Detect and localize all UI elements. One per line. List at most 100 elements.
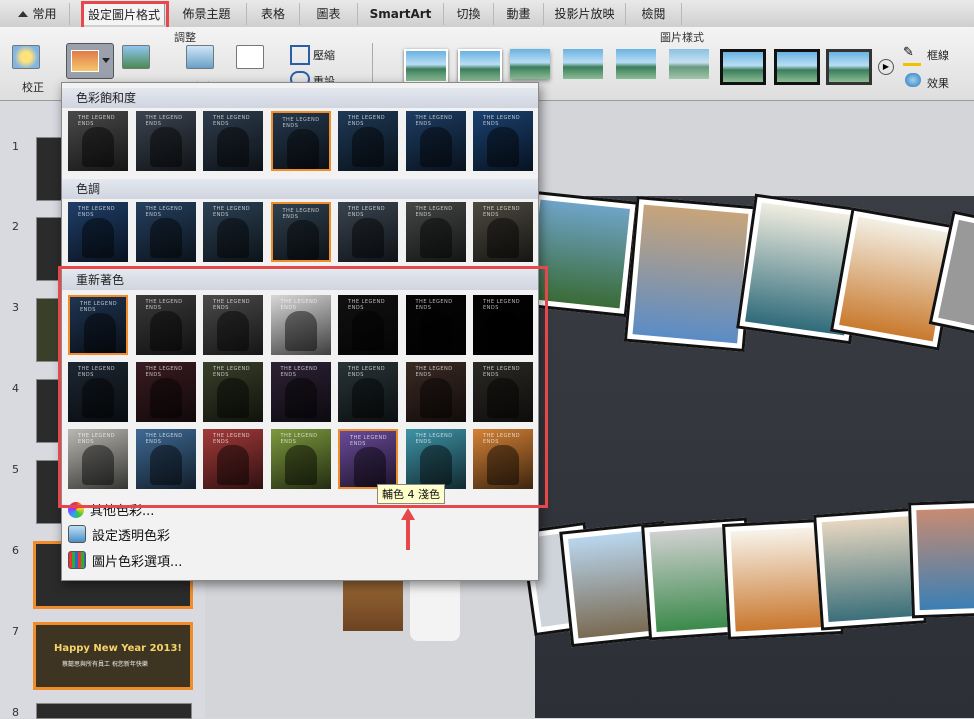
crop-button[interactable] — [236, 45, 264, 69]
slide-photo[interactable] — [908, 499, 974, 619]
swatch-figure — [487, 218, 519, 258]
swatch-caption: THE LEGEND ENDS — [213, 115, 251, 127]
swatch-caption: THE LEGEND ENDS — [348, 115, 386, 127]
swatch-figure — [286, 129, 319, 169]
color-swatch[interactable]: THE LEGEND ENDS — [135, 111, 196, 171]
effects-icon[interactable] — [905, 73, 921, 87]
picture-style-7[interactable] — [720, 49, 766, 85]
color-swatch[interactable]: THE LEGEND ENDS — [68, 202, 128, 262]
color-swatch[interactable]: THE LEGEND ENDS — [405, 111, 466, 171]
picture-style-2[interactable] — [458, 49, 502, 83]
recolor-highlight-box — [58, 266, 548, 508]
correct-button[interactable] — [12, 45, 40, 69]
swatch-caption: THE LEGEND ENDS — [415, 206, 453, 218]
swatch-figure — [419, 218, 452, 258]
swatch-figure — [487, 127, 519, 167]
slide-7-title: Happy New Year 2013! — [54, 643, 182, 654]
remove-bg-icon — [186, 45, 214, 69]
slide-number: 6 — [12, 544, 19, 557]
picture-style-3[interactable] — [510, 49, 550, 79]
swatch-caption: THE LEGEND ENDS — [78, 115, 116, 127]
slide-number: 4 — [12, 382, 19, 395]
picture-style-6[interactable] — [669, 49, 709, 79]
artistic-icon — [122, 45, 150, 69]
compress-button[interactable] — [290, 45, 310, 65]
color-button[interactable] — [66, 43, 114, 79]
color-swatch[interactable]: THE LEGEND ENDS — [270, 111, 331, 171]
swatch-figure — [352, 127, 384, 167]
picture-style-8[interactable] — [774, 49, 820, 85]
slide-number: 3 — [12, 301, 19, 314]
more-styles-icon[interactable]: ▶ — [878, 59, 894, 75]
effect-label[interactable]: 效果 — [927, 75, 949, 91]
tab-slideshow[interactable]: 投影片放映 — [544, 3, 626, 25]
swatch-caption: THE LEGEND ENDS — [78, 206, 116, 218]
swatch-caption: THE LEGEND ENDS — [145, 206, 183, 218]
picture-style-1[interactable] — [404, 49, 448, 83]
color-picture-icon — [71, 50, 99, 72]
tab-home[interactable]: 常用 — [6, 3, 70, 25]
color-swatch[interactable]: THE LEGEND ENDS — [68, 111, 128, 171]
transparent-icon — [68, 525, 86, 543]
picture-style-4[interactable] — [563, 49, 603, 79]
color-swatch[interactable]: THE LEGEND ENDS — [405, 202, 466, 262]
color-swatch[interactable]: THE LEGEND ENDS — [203, 202, 263, 262]
swatch-caption: THE LEGEND ENDS — [348, 206, 386, 218]
artistic-effects-button[interactable] — [122, 45, 150, 69]
tab-chart[interactable]: 圖表 — [300, 3, 358, 25]
swatch-caption: THE LEGEND ENDS — [213, 206, 251, 218]
picture-color-options-item[interactable]: 圖片色彩選項... — [68, 551, 182, 573]
pen-icon[interactable]: ✎ — [903, 45, 921, 66]
color-swatch[interactable]: THE LEGEND ENDS — [270, 202, 331, 262]
slide-object — [410, 571, 460, 641]
slide-number: 7 — [12, 625, 19, 638]
tab-smartart[interactable]: SmartArt — [358, 3, 444, 25]
slide-7-subtitle: 蔡懿思與所有員工 祝您新年快樂 — [62, 661, 148, 668]
home-icon — [18, 11, 29, 17]
swatch-caption: THE LEGEND ENDS — [282, 208, 320, 220]
picture-style-9[interactable] — [826, 49, 872, 85]
chevron-down-icon — [102, 58, 110, 63]
slide-photo[interactable] — [623, 196, 758, 352]
swatch-caption: THE LEGEND ENDS — [483, 115, 521, 127]
tab-transitions[interactable]: 切換 — [444, 3, 494, 25]
tab-table[interactable]: 表格 — [247, 3, 300, 25]
tab-review[interactable]: 檢閱 — [626, 3, 682, 25]
set-transparent-color-item[interactable]: 設定透明色彩 — [68, 525, 170, 547]
slide-number: 8 — [12, 706, 19, 719]
tab-themes[interactable]: 佈景主題 — [167, 3, 247, 25]
swatch-figure — [217, 218, 249, 258]
color-swatch[interactable]: THE LEGEND ENDS — [473, 111, 533, 171]
slide-thumbnail-8[interactable] — [36, 703, 192, 719]
swatch-figure — [286, 220, 319, 260]
swatch-figure — [82, 127, 114, 167]
color-swatch[interactable]: THE LEGEND ENDS — [338, 202, 398, 262]
swatch-figure — [82, 218, 114, 258]
swatch-caption: THE LEGEND ENDS — [282, 117, 320, 129]
swatch-figure — [352, 218, 384, 258]
swatch-figure — [149, 127, 182, 167]
color-swatch[interactable]: THE LEGEND ENDS — [135, 202, 196, 262]
picture-style-5[interactable] — [616, 49, 656, 79]
slide-number: 1 — [12, 140, 19, 153]
swatch-figure — [217, 127, 249, 167]
correct-label: 校正 — [22, 81, 44, 94]
swatch-caption: THE LEGEND ENDS — [483, 206, 521, 218]
color-options-icon — [68, 551, 86, 569]
group-title-picture-styles: 圖片樣式 — [660, 31, 704, 44]
sun-icon — [12, 45, 40, 69]
color-swatch[interactable]: THE LEGEND ENDS — [473, 202, 533, 262]
border-label[interactable]: 框線 — [927, 47, 949, 63]
slide-number: 5 — [12, 463, 19, 476]
slide-thumbnail-7[interactable]: Happy New Year 2013! 蔡懿思與所有員工 祝您新年快樂 — [33, 622, 193, 690]
swatch-figure — [419, 127, 452, 167]
remove-background-button[interactable] — [186, 45, 214, 69]
compress-label: 壓縮 — [313, 49, 335, 62]
slide-number: 2 — [12, 220, 19, 233]
swatch-figure — [149, 218, 182, 258]
color-swatch[interactable]: THE LEGEND ENDS — [203, 111, 263, 171]
swatch-tooltip: 輔色 4 淺色 — [377, 484, 445, 504]
tab-animations[interactable]: 動畫 — [494, 3, 544, 25]
color-swatch[interactable]: THE LEGEND ENDS — [338, 111, 398, 171]
section-title-tone: 色調 — [62, 179, 538, 199]
